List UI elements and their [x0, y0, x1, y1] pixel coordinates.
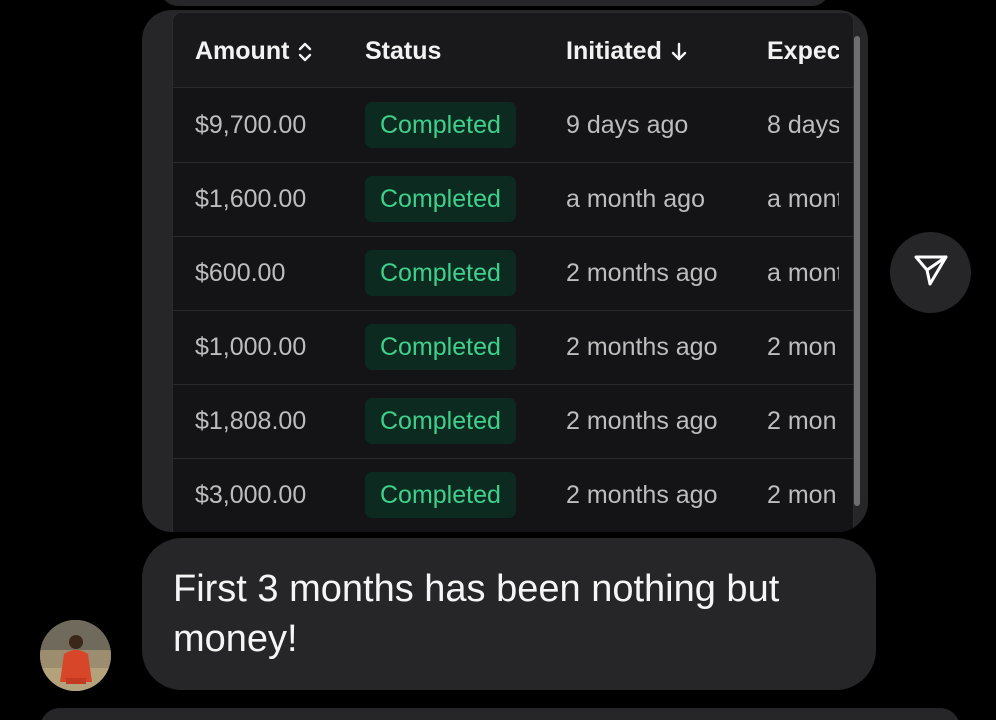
arrow-down-icon — [670, 40, 688, 64]
paper-plane-icon — [911, 250, 951, 295]
avatar-photo — [40, 620, 111, 691]
table-scrollbar-thumb[interactable] — [854, 36, 860, 506]
previous-message-bubble[interactable] — [160, 0, 830, 6]
expected-cell-clip: 2 mon — [767, 310, 839, 384]
amount-cell: $3,000.00 — [195, 481, 307, 509]
status-header-label: Status — [365, 37, 442, 65]
initiated-cell: 2 months ago — [566, 333, 718, 361]
amount-cell: $1,000.00 — [195, 333, 307, 361]
text-message-bubble[interactable]: First 3 months has been nothing but mone… — [142, 538, 876, 690]
sender-avatar[interactable] — [40, 620, 111, 691]
table-row: $1,808.00 Completed 2 months ago 2 mon — [173, 384, 853, 459]
table-row: $600.00 Completed 2 months ago a mont — [173, 236, 853, 311]
table-row: $3,000.00 Completed 2 months ago 2 mon — [173, 458, 853, 532]
table-row: $9,700.00 Completed 9 days ago 8 days — [173, 88, 853, 163]
expected-cell-clip: 2 mon — [767, 384, 839, 458]
column-header-initiated: Initiated — [566, 37, 688, 66]
expected-cell: a mont — [767, 259, 839, 287]
amount-cell: $1,808.00 — [195, 407, 307, 435]
column-header-expected: Expec — [767, 37, 839, 66]
table-scrollbar[interactable] — [854, 36, 860, 506]
amount-cell: $1,600.00 — [195, 185, 307, 213]
table-row: $1,000.00 Completed 2 months ago 2 mon — [173, 310, 853, 385]
status-badge: Completed — [365, 102, 516, 148]
message-text: First 3 months has been nothing but mone… — [173, 568, 780, 660]
expected-header-clip: Expec — [767, 13, 839, 87]
share-button[interactable] — [890, 232, 971, 313]
sort-updown-icon — [297, 40, 313, 64]
expected-header-label: Expec — [767, 37, 839, 65]
expected-cell: 2 mon — [767, 407, 837, 435]
column-header-status: Status — [365, 37, 441, 66]
expected-cell: a mont — [767, 185, 839, 213]
initiated-header-label: Initiated — [566, 37, 662, 65]
amount-cell: $9,700.00 — [195, 111, 307, 139]
expected-cell-clip: a mont — [767, 236, 839, 310]
initiated-cell: 2 months ago — [566, 481, 718, 509]
status-badge: Completed — [365, 324, 516, 370]
status-badge: Completed — [365, 176, 516, 222]
expected-cell: 2 mon — [767, 333, 837, 361]
expected-cell: 8 days — [767, 111, 839, 139]
chat-screen: Amount Status Initiated Expec $9,700.00 … — [0, 0, 996, 720]
table-header: Amount Status Initiated Expec — [173, 13, 853, 88]
initiated-cell: 2 months ago — [566, 407, 718, 435]
expected-cell-clip: a mont — [767, 162, 839, 236]
amount-cell: $600.00 — [195, 259, 286, 287]
initiated-cell: a month ago — [566, 185, 705, 213]
column-header-amount: Amount — [195, 37, 313, 66]
status-badge: Completed — [365, 250, 516, 296]
amount-header-label: Amount — [195, 37, 290, 65]
table-row: $1,600.00 Completed a month ago a mont — [173, 162, 853, 237]
initiated-cell: 9 days ago — [566, 111, 689, 139]
image-message-bubble[interactable]: Amount Status Initiated Expec $9,700.00 … — [142, 10, 868, 532]
initiated-cell: 2 months ago — [566, 259, 718, 287]
status-badge: Completed — [365, 398, 516, 444]
status-badge: Completed — [365, 472, 516, 518]
next-message-bubble[interactable] — [40, 708, 960, 720]
expected-cell-clip: 8 days — [767, 88, 839, 162]
expected-cell: 2 mon — [767, 481, 837, 509]
payouts-table-screenshot: Amount Status Initiated Expec $9,700.00 … — [172, 12, 854, 532]
expected-cell-clip: 2 mon — [767, 458, 839, 532]
